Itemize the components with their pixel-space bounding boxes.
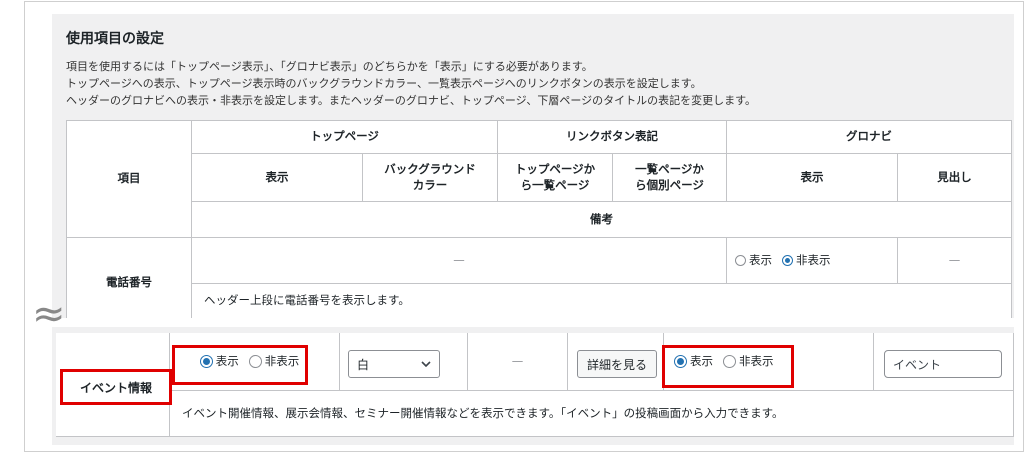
header-group-link: リンクボタン表記 — [498, 121, 727, 154]
highlight-top-radios — [172, 345, 308, 385]
header-group-top: トップページ — [192, 121, 498, 154]
event-link-dash: — — [468, 333, 568, 391]
header-gnav-display: 表示 — [727, 154, 898, 202]
row-label-phone: 電話番号 — [67, 238, 192, 318]
phone-gnav-show-radio[interactable]: 表示 — [735, 253, 772, 269]
header-note: 備考 — [192, 202, 1012, 238]
select-value: 白 — [357, 357, 370, 372]
phone-heading-dash: — — [898, 238, 1012, 284]
radio-circle — [735, 254, 746, 266]
event-bg-color-select[interactable]: 白 — [348, 350, 440, 378]
phone-note: ヘッダー上段に電話番号を表示します。 — [192, 284, 1012, 318]
description-line-3: ヘッダーのグロナビへの表示・非表示を設定します。またヘッダーのグロナビ、トップペ… — [66, 94, 757, 107]
header-group-gnav: グロナビ — [727, 121, 1012, 154]
event-note: イベント開催情報、展示会情報、セミナー開催情報などを表示できます。「イベント」の… — [170, 391, 1014, 437]
header-display: 表示 — [192, 154, 363, 202]
description-line-2: トップページへの表示、トップページ表示時のバックグラウンドカラー、一覧表示ページ… — [66, 77, 702, 90]
event-row-label: イベント情報 — [60, 369, 172, 405]
header-bg-color: バックグラウンド カラー — [363, 154, 498, 202]
description-line-1: 項目を使用するには「トップページ表示」、「グロナビ表示」のどちらかを「表示」にす… — [66, 60, 593, 73]
radio-circle-selected — [782, 254, 793, 266]
cut-marker-icon: ≈ — [32, 291, 66, 337]
header-list-to-single: 一覧ページか ら個別ページ — [613, 154, 727, 202]
header-top-to-list: トップページか ら一覧ページ — [498, 154, 613, 202]
header-heading: 見出し — [898, 154, 1012, 202]
event-heading-input[interactable]: イベント — [884, 350, 1002, 378]
header-item: 項目 — [67, 121, 192, 238]
phone-gnav-radios: 表示 非表示 — [727, 238, 898, 284]
phone-top-dash: — — [192, 238, 727, 284]
radio-label: 非表示 — [796, 252, 831, 267]
phone-gnav-hide-radio[interactable]: 非表示 — [782, 253, 831, 269]
highlight-gnav-radios — [662, 345, 794, 388]
radio-label: 表示 — [749, 252, 772, 267]
event-detail-button[interactable]: 詳細を見る — [577, 350, 657, 378]
chevron-down-icon — [421, 361, 431, 367]
section-title: 使用項目の設定 — [66, 31, 164, 47]
